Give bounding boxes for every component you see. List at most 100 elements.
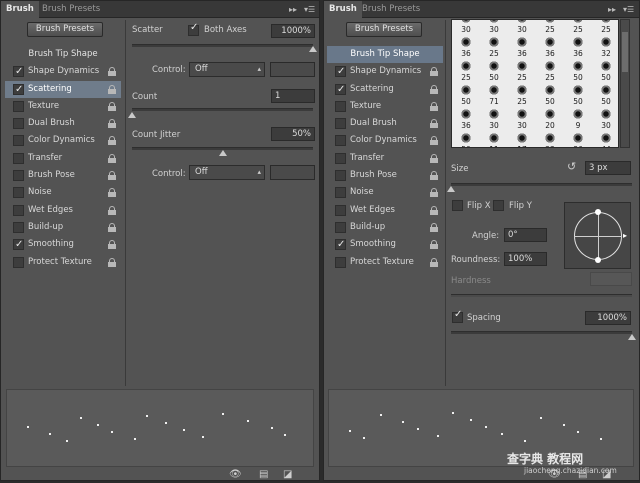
setting-checkbox[interactable] bbox=[13, 204, 24, 216]
brush-setting-texture[interactable]: Texture bbox=[5, 98, 121, 115]
lock-icon[interactable] bbox=[108, 119, 116, 129]
brush-tip-preset[interactable]: 17 bbox=[508, 130, 536, 147]
reset-size-icon[interactable]: ↺ bbox=[567, 160, 576, 173]
brush-tip-preset[interactable]: 25 bbox=[536, 20, 564, 34]
spacing-checkbox[interactable] bbox=[452, 309, 463, 323]
lock-icon[interactable] bbox=[430, 84, 438, 94]
setting-checkbox[interactable] bbox=[335, 170, 346, 182]
brush-tip-preset[interactable]: 25 bbox=[508, 82, 536, 106]
brush-tip-grid[interactable]: 30 30 30 25 25 25 36 25 36 36 36 32 25 50 25 25 50 50 50 71… bbox=[451, 19, 619, 148]
lock-icon[interactable] bbox=[108, 136, 116, 146]
brush-tip-preset[interactable]: 36 bbox=[452, 106, 480, 130]
brush-presets-button[interactable]: Brush Presets bbox=[27, 22, 103, 37]
brush-tip-preset[interactable]: 23 bbox=[536, 130, 564, 147]
setting-checkbox[interactable] bbox=[335, 118, 346, 130]
lock-icon[interactable] bbox=[430, 67, 438, 77]
lock-icon[interactable] bbox=[430, 188, 438, 198]
brush-setting-noise[interactable]: Noise bbox=[5, 184, 121, 201]
brush-tip-preset[interactable]: 30 bbox=[592, 106, 618, 130]
brush-setting-shape-dynamics[interactable]: Shape Dynamics bbox=[327, 63, 443, 80]
tip-grid-scrollbar[interactable] bbox=[620, 19, 630, 148]
brush-setting-noise[interactable]: Noise bbox=[327, 184, 443, 201]
lock-icon[interactable] bbox=[108, 67, 116, 77]
brush-setting-brush-pose[interactable]: Brush Pose bbox=[327, 167, 443, 184]
brush-tip-preset[interactable]: 30 bbox=[452, 20, 480, 34]
lock-icon[interactable] bbox=[108, 171, 116, 181]
count-jitter-value-field[interactable]: 50% bbox=[271, 127, 315, 141]
setting-checkbox[interactable] bbox=[13, 236, 24, 253]
brush-setting-wet-edges[interactable]: Wet Edges bbox=[5, 202, 121, 219]
brush-setting-transfer[interactable]: Transfer bbox=[5, 150, 121, 167]
setting-checkbox[interactable] bbox=[13, 100, 24, 112]
lock-icon[interactable] bbox=[108, 101, 116, 111]
tab-brush-presets[interactable]: Brush Presets bbox=[37, 1, 105, 18]
brush-tip-preset[interactable]: 32 bbox=[592, 34, 618, 58]
count-value-field[interactable]: 1 bbox=[271, 89, 315, 103]
brush-tip-preset[interactable]: 50 bbox=[592, 58, 618, 82]
brush-tip-preset[interactable]: 50 bbox=[452, 130, 480, 147]
setting-checkbox[interactable] bbox=[335, 135, 346, 147]
brush-setting-smoothing[interactable]: Smoothing bbox=[327, 236, 443, 253]
lock-icon[interactable] bbox=[430, 205, 438, 215]
brush-tip-preset[interactable]: 44 bbox=[592, 130, 618, 147]
brush-setting-brush-pose[interactable]: Brush Pose bbox=[5, 167, 121, 184]
roundness-handle-top[interactable] bbox=[595, 209, 601, 215]
lock-icon[interactable] bbox=[108, 188, 116, 198]
lock-icon[interactable] bbox=[430, 240, 438, 250]
setting-checkbox[interactable] bbox=[13, 187, 24, 199]
setting-checkbox[interactable] bbox=[335, 204, 346, 216]
lock-icon[interactable] bbox=[430, 257, 438, 267]
count-jitter-slider-knob[interactable] bbox=[218, 150, 227, 156]
angle-roundness-widget[interactable]: ▸ bbox=[564, 202, 631, 269]
brush-setting-scattering[interactable]: Scattering bbox=[5, 80, 121, 98]
brush-setting-build-up[interactable]: Build-up bbox=[327, 219, 443, 236]
brush-tip-preset[interactable]: 9 bbox=[564, 106, 592, 130]
brush-tip-preset[interactable]: 36 bbox=[536, 34, 564, 58]
brush-tip-preset[interactable]: 50 bbox=[564, 82, 592, 106]
spacing-slider[interactable] bbox=[451, 331, 632, 334]
setting-checkbox[interactable] bbox=[335, 152, 346, 164]
spacing-slider-knob[interactable] bbox=[628, 334, 636, 340]
brush-setting-build-up[interactable]: Build-up bbox=[5, 219, 121, 236]
tab-brush[interactable]: Brush bbox=[1, 1, 39, 18]
scatter-control-select[interactable]: Off ▴ bbox=[189, 62, 265, 77]
brush-tip-preset[interactable]: 30 bbox=[508, 106, 536, 130]
roundness-handle-bottom[interactable] bbox=[595, 257, 601, 263]
setting-checkbox[interactable] bbox=[335, 63, 346, 80]
brush-tip-preset[interactable]: 36 bbox=[564, 130, 592, 147]
panel-menu-icon[interactable]: ▾☰ bbox=[623, 1, 634, 18]
lock-icon[interactable] bbox=[430, 153, 438, 163]
lock-icon[interactable] bbox=[108, 84, 116, 94]
brush-tip-preset[interactable]: 36 bbox=[452, 34, 480, 58]
brush-setting-smoothing[interactable]: Smoothing bbox=[5, 236, 121, 253]
scrollbar-thumb[interactable] bbox=[622, 32, 628, 72]
brush-tip-preset[interactable]: 25 bbox=[452, 58, 480, 82]
angle-arrow-icon[interactable]: ▸ bbox=[623, 231, 627, 240]
setting-checkbox[interactable] bbox=[335, 100, 346, 112]
brush-tip-preset[interactable]: 50 bbox=[452, 82, 480, 106]
lock-icon[interactable] bbox=[108, 240, 116, 250]
setting-checkbox[interactable] bbox=[335, 81, 346, 98]
flip-y-checkbox[interactable] bbox=[493, 200, 504, 211]
setting-checkbox[interactable] bbox=[13, 170, 24, 182]
brush-setting-color-dynamics[interactable]: Color Dynamics bbox=[327, 132, 443, 149]
setting-checkbox[interactable] bbox=[13, 81, 24, 98]
brush-tip-preset[interactable]: 25 bbox=[508, 58, 536, 82]
count-jitter-control-select[interactable]: Off ▴ bbox=[189, 165, 265, 180]
lock-icon[interactable] bbox=[108, 257, 116, 267]
new-preset-icon[interactable]: ▤ bbox=[259, 469, 268, 480]
lock-icon[interactable] bbox=[430, 171, 438, 181]
brush-tip-preset[interactable]: 25 bbox=[592, 20, 618, 34]
angle-value-field[interactable]: 0° bbox=[504, 228, 547, 242]
scatter-slider[interactable] bbox=[132, 44, 313, 47]
both-axes-checkbox[interactable] bbox=[188, 22, 199, 36]
brush-setting-shape-dynamics[interactable]: Shape Dynamics bbox=[5, 63, 121, 80]
brush-tip-preset[interactable]: 25 bbox=[536, 58, 564, 82]
spacing-value-field[interactable]: 1000% bbox=[585, 311, 631, 325]
setting-checkbox[interactable] bbox=[13, 152, 24, 164]
lock-icon[interactable] bbox=[108, 205, 116, 215]
setting-checkbox[interactable] bbox=[13, 221, 24, 233]
brush-tip-preset[interactable]: 30 bbox=[480, 20, 508, 34]
brush-tip-preset[interactable]: 30 bbox=[480, 106, 508, 130]
brush-tip-preset[interactable]: 50 bbox=[592, 82, 618, 106]
